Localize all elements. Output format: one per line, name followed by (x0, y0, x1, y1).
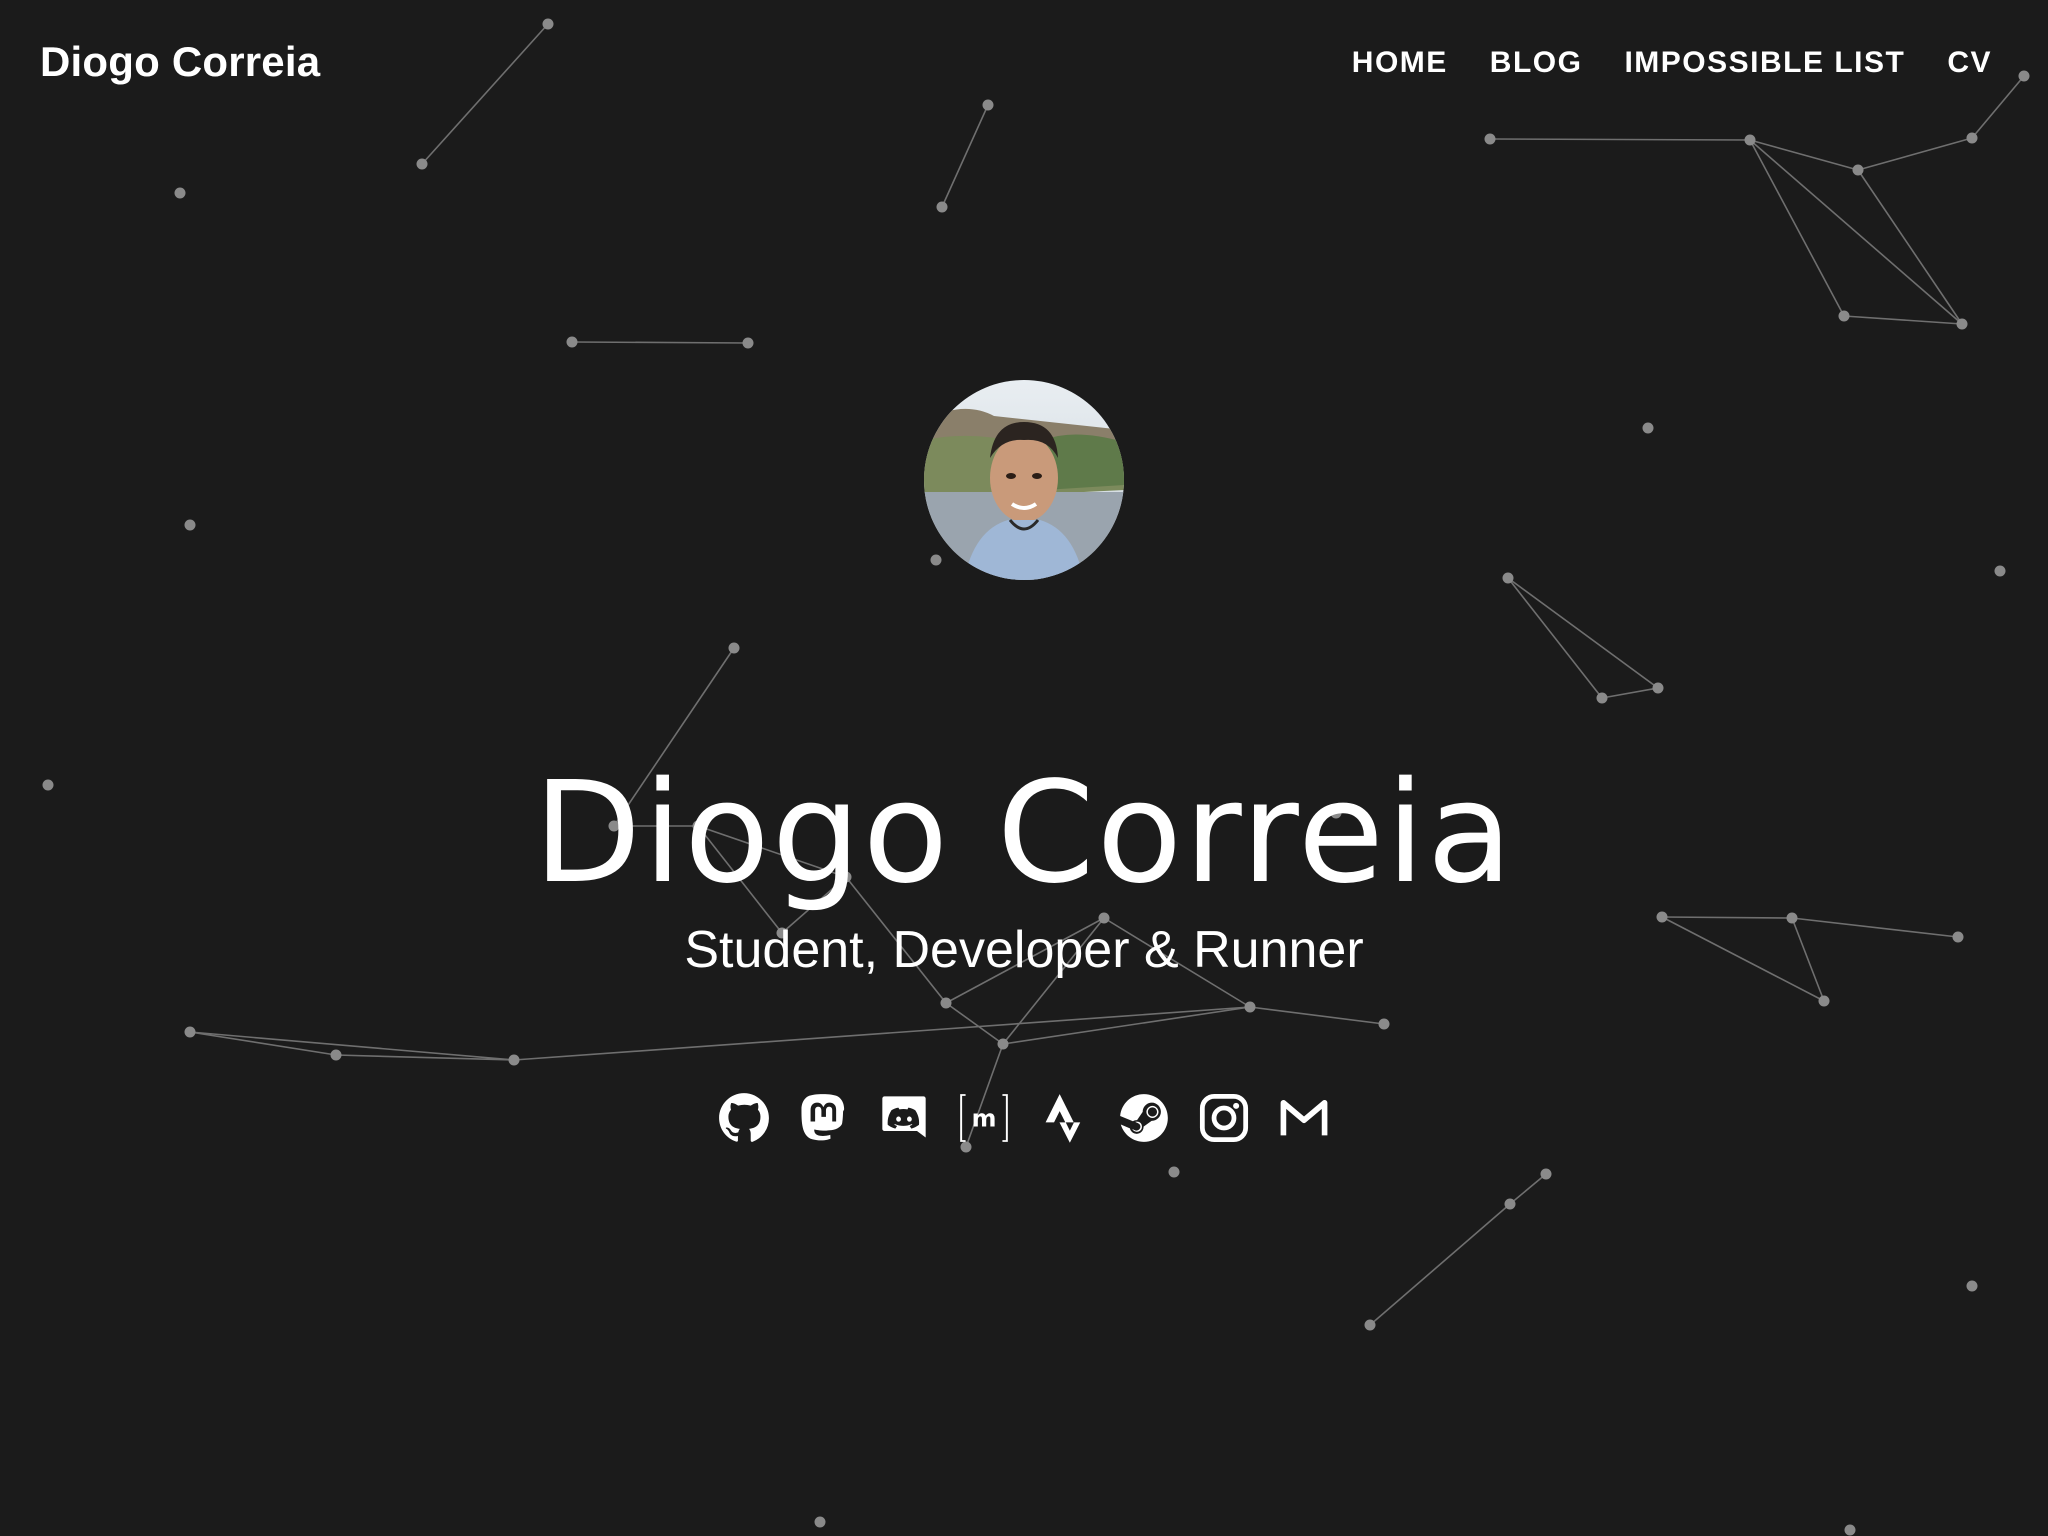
constellation-line (1002, 1006, 1251, 1045)
mastodon-link[interactable] (798, 1092, 850, 1144)
constellation-dot (1994, 565, 2006, 577)
constellation-dot (184, 519, 196, 531)
gmail-icon (1280, 1100, 1328, 1136)
strava-icon (1045, 1094, 1081, 1143)
matrix-icon: m (960, 1094, 1008, 1142)
constellation-dot (1484, 133, 1496, 145)
constellation-line (1369, 1203, 1511, 1326)
constellation-dot (508, 1054, 520, 1066)
constellation-dot (930, 554, 942, 566)
constellation-line (1507, 577, 1659, 689)
constellation-dot (1244, 1001, 1256, 1013)
matrix-link[interactable]: m (958, 1092, 1010, 1144)
constellation-line (1249, 1006, 1385, 1025)
mastodon-icon (801, 1094, 845, 1141)
constellation-line (1749, 139, 1845, 317)
constellation-dot (1818, 995, 1830, 1007)
github-icon (719, 1093, 769, 1142)
nav-cv-link[interactable]: CV (1947, 46, 1992, 80)
constellation-dot (728, 642, 740, 654)
strava-link[interactable] (1038, 1092, 1090, 1144)
constellation-dot (997, 1038, 1009, 1050)
hero-name: Diogo Correia (533, 751, 1515, 915)
instagram-icon (1199, 1093, 1249, 1143)
main-nav: HOME BLOG IMPOSSIBLE LIST CV (1352, 46, 1992, 80)
constellation-dot (184, 1026, 196, 1038)
constellation-line (1509, 1173, 1547, 1205)
constellation-line (1507, 577, 1603, 699)
site-brand-link[interactable]: Diogo Correia (40, 38, 320, 86)
constellation-line (945, 1002, 1004, 1045)
constellation-dot (1540, 1168, 1552, 1180)
instagram-link[interactable] (1198, 1092, 1250, 1144)
constellation-dot (1378, 1018, 1390, 1030)
constellation-dot (1852, 164, 1864, 176)
nav-blog-link[interactable]: BLOG (1490, 46, 1583, 80)
social-links: m (0, 1092, 2048, 1144)
constellation-dot (1844, 1524, 1856, 1536)
discord-icon (882, 1096, 926, 1138)
profile-avatar (924, 380, 1124, 580)
constellation-line (571, 341, 749, 344)
hero-tagline: Student, Developer & Runner (684, 921, 1364, 979)
constellation-dot (1652, 682, 1664, 694)
constellation-dot (742, 337, 754, 349)
constellation-line (513, 1006, 1251, 1061)
constellation-line (1489, 138, 1751, 141)
constellation-dot (330, 1049, 342, 1061)
constellation-line (1843, 315, 1963, 325)
steam-link[interactable] (1118, 1092, 1170, 1144)
constellation-dot (1502, 572, 1514, 584)
constellation-dot (1838, 310, 1850, 322)
constellation-dot (566, 336, 578, 348)
discord-link[interactable] (878, 1092, 930, 1144)
constellation-dot (416, 158, 428, 170)
constellation-dot (1364, 1319, 1376, 1331)
github-link[interactable] (718, 1092, 770, 1144)
constellation-dot (1956, 318, 1968, 330)
constellation-dot (1596, 692, 1608, 704)
constellation-dot (1642, 422, 1654, 434)
nav-home-link[interactable]: HOME (1352, 46, 1448, 80)
constellation-dot (1966, 1280, 1978, 1292)
gmail-link[interactable] (1278, 1092, 1330, 1144)
constellation-dot (1744, 134, 1756, 146)
constellation-dot (1504, 1198, 1516, 1210)
constellation-line (1601, 687, 1659, 699)
constellation-dot (936, 201, 948, 213)
constellation-dot (1168, 1166, 1180, 1178)
constellation-dot (814, 1516, 826, 1528)
constellation-line (1857, 137, 1973, 171)
site-header: Diogo Correia HOME BLOG IMPOSSIBLE LIST … (0, 0, 2048, 130)
nav-impossible-list-link[interactable]: IMPOSSIBLE LIST (1624, 46, 1905, 80)
steam-icon (1120, 1094, 1168, 1142)
svg-text:m: m (972, 1105, 997, 1133)
constellation-dot (174, 187, 186, 199)
constellation-dot (940, 997, 952, 1009)
constellation-dot (1966, 132, 1978, 144)
